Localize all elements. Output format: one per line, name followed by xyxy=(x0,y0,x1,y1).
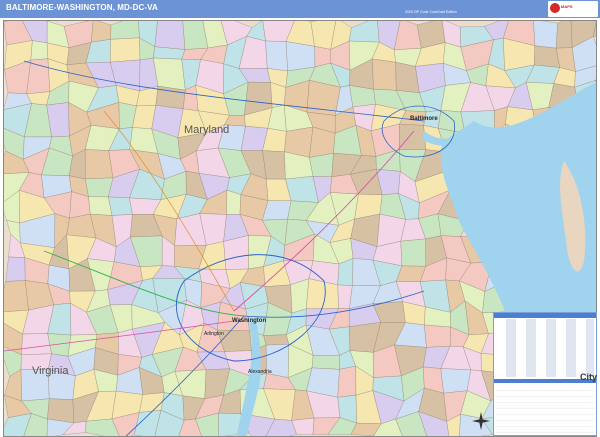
city-label-washington: Washington xyxy=(232,318,266,324)
zip-area xyxy=(153,57,186,91)
zip-area xyxy=(110,21,140,40)
zip-area xyxy=(399,123,427,150)
zip-area xyxy=(372,58,397,91)
header-bar: BALTIMORE-WASHINGTON, MD-DC-VA 2020 ZIP … xyxy=(0,0,600,18)
zip-area xyxy=(262,150,286,180)
zip-area xyxy=(5,256,26,282)
zip-area xyxy=(309,153,334,177)
zip-area xyxy=(139,392,165,413)
zip-area xyxy=(30,40,49,61)
city-label-arlington: Arlington xyxy=(204,331,224,337)
zip-area xyxy=(337,365,357,398)
zip-area xyxy=(47,398,75,424)
zip-area xyxy=(400,238,426,267)
zip-area xyxy=(21,333,52,355)
zip-area xyxy=(223,235,249,270)
state-label-virginia: Virginia xyxy=(32,365,69,377)
zip-area xyxy=(556,21,573,49)
legend-symbols xyxy=(496,385,594,435)
zip-area xyxy=(533,21,558,49)
city-label-alexandria: Alexandria xyxy=(248,369,272,375)
market-maps-logo: MAPS xyxy=(548,1,598,17)
zip-index-table xyxy=(496,319,594,377)
zip-area xyxy=(348,21,380,43)
zip-area xyxy=(108,196,133,216)
zip-area xyxy=(424,324,451,348)
zip-area xyxy=(226,190,241,215)
zip-area xyxy=(154,21,186,50)
zip-area xyxy=(88,196,113,216)
zip-area xyxy=(311,355,340,370)
map-title: BALTIMORE-WASHINGTON, MD-DC-VA xyxy=(6,3,158,12)
zip-area xyxy=(265,40,288,72)
zip-area xyxy=(440,368,471,394)
legend-city-sample: City xyxy=(580,372,598,382)
city-label-baltimore: Baltimore xyxy=(410,116,438,122)
zip-area xyxy=(263,334,290,346)
edition-label: 2020 ZIP Code ColorCast Edition xyxy=(405,10,457,14)
zip-area xyxy=(290,278,310,314)
zip-area xyxy=(110,37,141,63)
zip-area xyxy=(91,21,112,43)
zip-area xyxy=(534,45,560,68)
state-label-maryland: Maryland xyxy=(184,124,229,136)
zip-area xyxy=(85,149,114,180)
zip-area xyxy=(4,280,29,313)
zip-area xyxy=(85,177,114,198)
zip-area xyxy=(285,41,316,72)
